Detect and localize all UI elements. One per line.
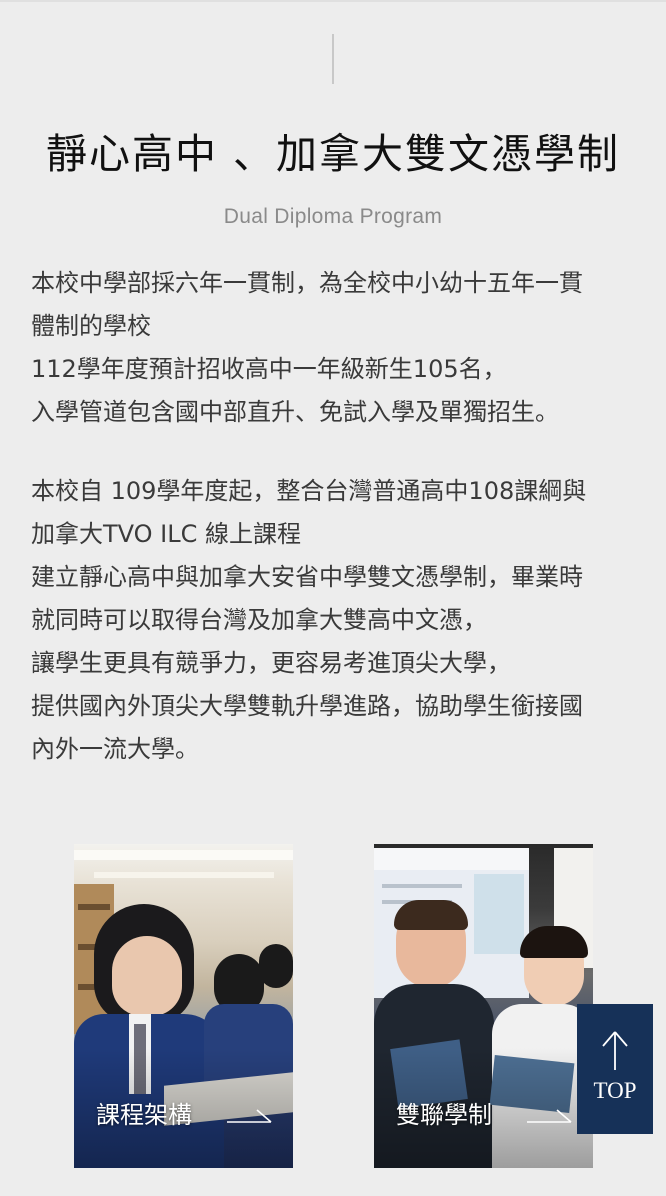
back-to-top-button[interactable]: TOP [577, 1004, 653, 1134]
paragraph-line: 本校自 109學年度起，整合台灣普通高中108課綱與 [31, 477, 587, 505]
dual-program-card-label: 雙聯學制 [396, 1101, 492, 1129]
intro-paragraph: 本校中學部採六年一貫制，為全校中小幼十五年一貫 體制的學校 112學年度預計招收… [31, 262, 641, 434]
paragraph-line: 內外一流大學。 [31, 735, 199, 763]
curriculum-card-label: 課程架構 [96, 1101, 192, 1129]
paragraph-line: 本校中學部採六年一貫制，為全校中小幼十五年一貫 [31, 269, 583, 297]
program-paragraph: 本校自 109學年度起，整合台灣普通高中108課綱與 加拿大TVO ILC 線上… [31, 470, 641, 771]
paragraph-line: 112學年度預計招收高中一年級新生105名， [31, 355, 507, 383]
arrow-up-icon [602, 1031, 628, 1070]
section-subtitle: Dual Diploma Program [223, 205, 443, 228]
paragraph-line: 入學管道包含國中部直升、免試入學及單獨招生。 [31, 398, 559, 426]
paragraph-line: 體制的學校 [31, 312, 151, 340]
arrow-right-icon [227, 1109, 272, 1123]
section-title: 靜心高中 、加拿大雙文憑學制 [45, 130, 621, 178]
paragraph-line: 提供國內外頂尖大學雙軌升學進路，協助學生銜接國 [31, 692, 583, 720]
dual-program-card[interactable]: 雙聯學制 [374, 844, 593, 1168]
paragraph-line: 加拿大TVO ILC 線上課程 [31, 520, 302, 548]
paragraph-line: 讓學生更具有競爭力，更容易考進頂尖大學， [31, 649, 511, 677]
top-border-line [0, 0, 666, 2]
vertical-divider [332, 34, 334, 84]
paragraph-line: 建立靜心高中與加拿大安省中學雙文憑學制，畢業時 [31, 563, 583, 591]
curriculum-card[interactable]: 課程架構 [74, 844, 293, 1168]
paragraph-line: 就同時可以取得台灣及加拿大雙高中文憑， [31, 606, 487, 634]
arrow-right-icon [527, 1109, 572, 1123]
back-to-top-label: TOP [593, 1078, 637, 1103]
